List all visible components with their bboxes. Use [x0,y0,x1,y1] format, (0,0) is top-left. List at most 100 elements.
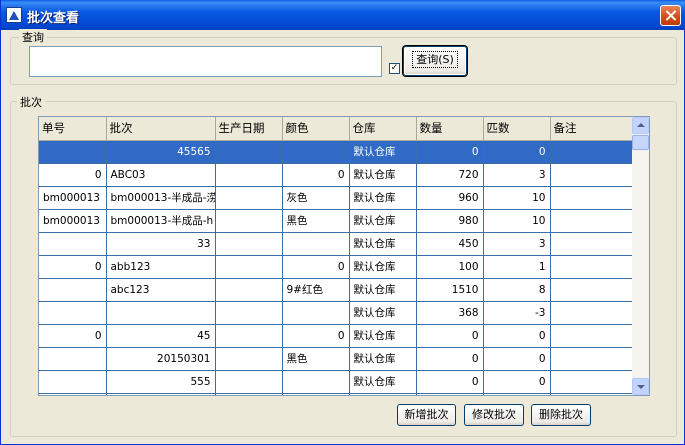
scroll-thumb[interactable] [632,135,649,150]
table-row[interactable] [39,393,634,395]
table-row[interactable]: 33 默认仓库 450 3 [39,232,634,256]
table-cell: 灰色 [282,186,350,210]
table-header-row: 单号 批次 生产日期 颜色 仓库 数量 匹数 备注 [39,117,634,141]
table-cell: bm000013-半成品-h [106,209,216,233]
table-row[interactable]: 45565 默认仓库 0 0 [39,140,634,164]
table-cell [282,140,350,164]
search-input[interactable] [29,46,382,77]
table-cell [550,186,634,210]
table-cell: 3 [483,163,551,187]
table-cell: 0 [282,163,350,187]
delete-batch-button[interactable]: 删除批次 [531,404,591,426]
table-cell: 0 [282,255,350,279]
add-batch-button[interactable]: 新增批次 [397,404,456,426]
table-cell: 默认仓库 [349,209,417,233]
batch-group-legend: 批次 [17,94,45,110]
table-cell: 0 [416,370,484,394]
column-header[interactable]: 批次 [106,117,216,141]
table-cell: 100 [416,255,484,279]
table-row[interactable]: 20150301 黑色 默认仓库 0 0 [39,347,634,371]
table-cell: 0 [483,324,551,348]
table-cell [550,347,634,371]
scroll-down-icon[interactable] [632,378,649,395]
table-cell [550,232,634,256]
table-cell: -3 [483,301,551,325]
table-cell: 默认仓库 [349,255,417,279]
table-cell [215,163,283,187]
search-checkbox[interactable]: ✓ [389,63,400,74]
table-cell: 3 [483,232,551,256]
table-row[interactable]: bm000013 bm000013-半成品-h 黑色 默认仓库 980 10 [39,209,634,233]
table-cell: 默认仓库 [349,347,417,371]
table-cell: 0 [416,324,484,348]
column-header[interactable]: 颜色 [282,117,350,141]
table-cell [106,393,216,395]
table-cell: abc123 [106,278,216,302]
table-row[interactable]: 0 45 0 默认仓库 0 0 [39,324,634,348]
table-cell: 33 [106,232,216,256]
title-bar[interactable]: 批次查看 [1,0,685,30]
table-cell [39,301,107,325]
column-header[interactable]: 匹数 [483,117,551,141]
table-cell [39,347,107,371]
table-cell: 默认仓库 [349,370,417,394]
table-cell: 450 [416,232,484,256]
table-cell [550,370,634,394]
table-cell [550,140,634,164]
table-cell: 默认仓库 [349,186,417,210]
table-cell [215,324,283,348]
table-cell: 10 [483,186,551,210]
app-icon [6,7,22,23]
table-cell [106,301,216,325]
column-header[interactable]: 生产日期 [215,117,283,141]
table-row[interactable]: 555 默认仓库 0 0 [39,370,634,394]
table-cell [550,393,634,395]
table-cell: 默认仓库 [349,140,417,164]
column-header[interactable]: 备注 [550,117,634,141]
column-header[interactable]: 单号 [39,117,107,141]
table-cell: 368 [416,301,484,325]
table-cell [215,186,283,210]
table-cell [282,393,350,395]
table-cell: 默认仓库 [349,278,417,302]
edit-batch-button[interactable]: 修改批次 [464,404,524,426]
table-row[interactable]: 0 abb123 0 默认仓库 100 1 [39,255,634,279]
batch-grid[interactable]: 单号 批次 生产日期 颜色 仓库 数量 匹数 备注 45565 默认仓库 0 0 0 ABC03 0 默认仓… [38,116,650,396]
table-cell [282,370,350,394]
table-cell [215,347,283,371]
column-header[interactable]: 仓库 [349,117,417,141]
table-cell: 20150301 [106,347,216,371]
table-cell: 黑色 [282,347,350,371]
table-cell: 1510 [416,278,484,302]
table-row[interactable]: 默认仓库 368 -3 [39,301,634,325]
table-cell [215,140,283,164]
table-cell [550,255,634,279]
table-row[interactable]: abc123 9#红色 默认仓库 1510 8 [39,278,634,302]
table-cell: 默认仓库 [349,301,417,325]
table-cell [282,232,350,256]
query-button[interactable]: 查询(S) [403,46,467,76]
table-cell: 0 [39,324,107,348]
vertical-scrollbar[interactable] [632,117,649,395]
table-cell: 555 [106,370,216,394]
table-cell [39,232,107,256]
table-cell: 0 [282,324,350,348]
column-header[interactable]: 数量 [416,117,484,141]
table-cell: 45 [106,324,216,348]
table-cell: 0 [39,163,107,187]
table-cell: 0 [483,370,551,394]
table-cell: 9#红色 [282,278,350,302]
table-row[interactable]: bm000013 bm000013-半成品-涝 灰色 默认仓库 960 10 [39,186,634,210]
scroll-up-icon[interactable] [632,117,649,134]
table-row[interactable]: 0 ABC03 0 默认仓库 720 3 [39,163,634,187]
batch-view-window: 批次查看 查询 ✓ 查询(S) 批次 单号 批次 生产日期 颜色 仓库 数量 匹数 备注 45… [0,0,685,445]
table-cell: 默认仓库 [349,324,417,348]
table-cell: 720 [416,163,484,187]
table-cell [416,393,484,395]
table-cell: 黑色 [282,209,350,233]
close-button[interactable] [660,5,681,26]
table-cell [550,209,634,233]
table-cell: bm000013 [39,209,107,233]
table-cell [550,324,634,348]
table-cell [215,255,283,279]
